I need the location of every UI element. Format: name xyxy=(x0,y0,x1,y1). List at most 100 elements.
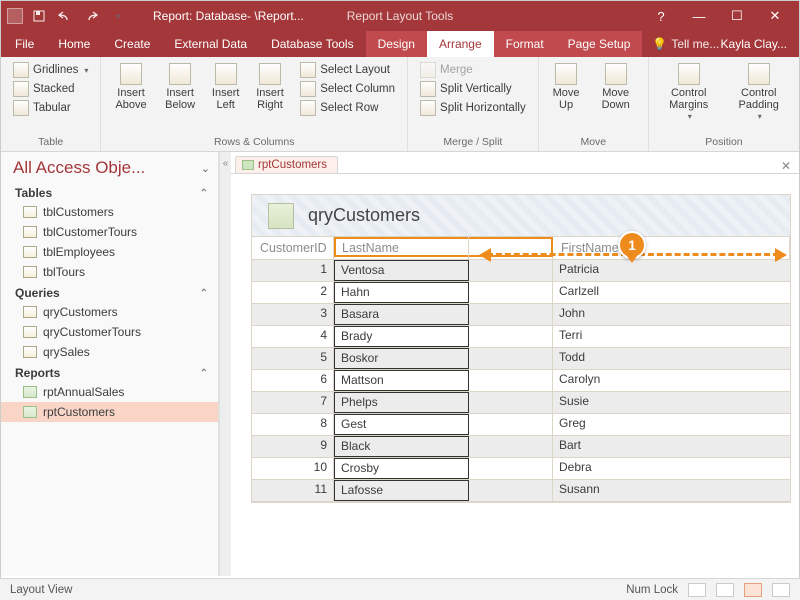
cell-lastname[interactable]: Mattson xyxy=(334,370,469,391)
nav-section-reports[interactable]: Reports⌃ xyxy=(1,362,218,382)
cell-customerid[interactable]: 8 xyxy=(252,414,334,435)
cell-lastname[interactable]: Brady xyxy=(334,326,469,347)
maximize-button[interactable]: ☐ xyxy=(719,2,755,30)
control-padding-button[interactable]: Control Padding xyxy=(727,61,791,124)
cell-empty[interactable] xyxy=(469,392,553,413)
nav-item-tbltours[interactable]: tblTours xyxy=(1,262,218,282)
cell-lastname[interactable]: Boskor xyxy=(334,348,469,369)
view-report-button[interactable] xyxy=(688,583,706,597)
table-row[interactable]: 5Boskor Todd xyxy=(252,348,790,370)
nav-header[interactable]: All Access Obje... ⌄ xyxy=(1,152,218,182)
table-row[interactable]: 1VentosaPatricia xyxy=(252,260,790,282)
cell-firstname[interactable]: Terri xyxy=(553,326,790,347)
redo-button[interactable] xyxy=(81,6,101,26)
select-layout-button[interactable]: Select Layout xyxy=(296,61,399,79)
tab-database-tools[interactable]: Database Tools xyxy=(259,31,366,57)
view-layout-button[interactable] xyxy=(744,583,762,597)
cell-empty[interactable] xyxy=(469,414,553,435)
cell-customerid[interactable]: 2 xyxy=(252,282,334,303)
cell-firstname[interactable]: Carlzell xyxy=(553,282,790,303)
table-row[interactable]: 9BlackBart xyxy=(252,436,790,458)
merge-button[interactable]: Merge xyxy=(416,61,530,79)
cell-firstname[interactable]: Greg xyxy=(553,414,790,435)
move-up-button[interactable]: Move Up xyxy=(547,61,586,113)
cell-customerid[interactable]: 6 xyxy=(252,370,334,391)
cell-firstname[interactable]: Debra xyxy=(553,458,790,479)
cell-customerid[interactable]: 7 xyxy=(252,392,334,413)
cell-empty[interactable] xyxy=(469,260,553,281)
cell-customerid[interactable]: 11 xyxy=(252,480,334,501)
cell-customerid[interactable]: 4 xyxy=(252,326,334,347)
table-row[interactable]: 6MattsonCarolyn xyxy=(252,370,790,392)
cell-customerid[interactable]: 3 xyxy=(252,304,334,325)
nav-item-qrycustomers[interactable]: qryCustomers xyxy=(1,302,218,322)
report-canvas[interactable]: ✚ qryCustomers 1 CustomerID LastName xyxy=(231,174,799,576)
nav-item-rptcustomers[interactable]: rptCustomers xyxy=(1,402,218,422)
cell-lastname[interactable]: Crosby xyxy=(334,458,469,479)
nav-item-tblcustomers[interactable]: tblCustomers xyxy=(1,202,218,222)
save-quick-button[interactable] xyxy=(29,6,49,26)
view-design-button[interactable] xyxy=(772,583,790,597)
close-document-button[interactable]: ✕ xyxy=(773,159,799,173)
table-row[interactable]: 2HahnCarlzell xyxy=(252,282,790,304)
shutter-bar-button[interactable]: « xyxy=(219,152,231,576)
cell-firstname[interactable]: Susann xyxy=(553,480,790,501)
tab-external-data[interactable]: External Data xyxy=(162,31,259,57)
user-name[interactable]: Kayla Clay... xyxy=(721,31,797,57)
cell-firstname[interactable]: Susie xyxy=(553,392,790,413)
tab-home[interactable]: Home xyxy=(46,31,102,57)
table-row[interactable]: 10CrosbyDebra xyxy=(252,458,790,480)
tell-me[interactable]: 💡 Tell me... xyxy=(652,31,719,57)
table-row[interactable]: 3BasaraJohn xyxy=(252,304,790,326)
nav-item-rptannualsales[interactable]: rptAnnualSales xyxy=(1,382,218,402)
cell-empty[interactable] xyxy=(469,436,553,457)
cell-empty[interactable] xyxy=(469,458,553,479)
view-print-preview-button[interactable] xyxy=(716,583,734,597)
select-row-button[interactable]: Select Row xyxy=(296,99,399,117)
control-margins-button[interactable]: Control Margins xyxy=(657,61,721,124)
insert-left-button[interactable]: Insert Left xyxy=(208,61,244,113)
qat-customize-button[interactable] xyxy=(107,6,127,26)
cell-lastname[interactable]: Gest xyxy=(334,414,469,435)
report-header[interactable]: qryCustomers xyxy=(252,195,790,237)
cell-customerid[interactable]: 9 xyxy=(252,436,334,457)
tab-create[interactable]: Create xyxy=(102,31,162,57)
table-row[interactable]: 4Brady Terri xyxy=(252,326,790,348)
nav-item-qrysales[interactable]: qrySales xyxy=(1,342,218,362)
tabular-button[interactable]: Tabular xyxy=(9,99,92,117)
table-row[interactable]: 8Gest Greg xyxy=(252,414,790,436)
insert-below-button[interactable]: Insert Below xyxy=(159,61,202,113)
table-row[interactable]: 7Phelps Susie xyxy=(252,392,790,414)
cell-firstname[interactable]: Todd xyxy=(553,348,790,369)
help-button[interactable]: ? xyxy=(643,2,679,30)
col-header-lastname[interactable]: LastName xyxy=(334,237,469,259)
tab-format[interactable]: Format xyxy=(494,31,556,57)
close-button[interactable]: ✕ xyxy=(757,2,793,30)
gridlines-button[interactable]: Gridlines xyxy=(9,61,92,79)
document-tab-rptcustomers[interactable]: rptCustomers xyxy=(235,156,338,173)
split-horizontally-button[interactable]: Split Horizontally xyxy=(416,99,530,117)
tab-design[interactable]: Design xyxy=(366,31,427,57)
nav-section-tables[interactable]: Tables⌃ xyxy=(1,182,218,202)
insert-above-button[interactable]: Insert Above xyxy=(109,61,152,113)
cell-empty[interactable] xyxy=(469,304,553,325)
split-vertically-button[interactable]: Split Vertically xyxy=(416,80,530,98)
tab-arrange[interactable]: Arrange xyxy=(427,31,494,57)
cell-empty[interactable] xyxy=(469,348,553,369)
cell-lastname[interactable]: Phelps xyxy=(334,392,469,413)
undo-button[interactable] xyxy=(55,6,75,26)
cell-customerid[interactable]: 1 xyxy=(252,260,334,281)
select-column-button[interactable]: Select Column xyxy=(296,80,399,98)
col-header-customerid[interactable]: CustomerID xyxy=(252,237,334,259)
cell-lastname[interactable]: Ventosa xyxy=(334,260,469,281)
cell-customerid[interactable]: 5 xyxy=(252,348,334,369)
nav-section-queries[interactable]: Queries⌃ xyxy=(1,282,218,302)
cell-empty[interactable] xyxy=(469,370,553,391)
cell-lastname[interactable]: Basara xyxy=(334,304,469,325)
cell-empty[interactable] xyxy=(469,282,553,303)
report-title[interactable]: qryCustomers xyxy=(308,205,420,226)
file-tab[interactable]: File xyxy=(3,31,46,57)
table-row[interactable]: 11LafosseSusann xyxy=(252,480,790,502)
minimize-button[interactable]: — xyxy=(681,2,717,30)
nav-item-tblcustomertours[interactable]: tblCustomerTours xyxy=(1,222,218,242)
